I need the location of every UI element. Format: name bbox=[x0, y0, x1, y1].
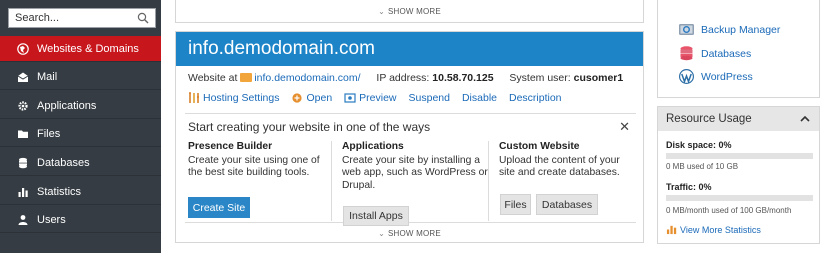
sidebar-item-label: Statistics bbox=[37, 185, 82, 198]
column-title: Applications bbox=[342, 141, 404, 152]
domain-info: Website at info.demodomain.com/ IP addre… bbox=[188, 72, 623, 84]
traffic-label: Traffic: 0% bbox=[666, 182, 712, 192]
view-more-statistics-label: View More Statistics bbox=[680, 224, 761, 235]
sidebar-item-label: Mail bbox=[37, 70, 58, 83]
show-more-label: SHOW MORE bbox=[387, 228, 441, 238]
hosting-settings-link[interactable]: Hosting Settings bbox=[188, 92, 279, 104]
preview-label: Preview bbox=[359, 92, 397, 104]
quick-links-panel: Backup Manager Databases WordPress bbox=[657, 0, 820, 98]
resource-usage-panel: Resource Usage Disk space: 0% 0 MB used … bbox=[657, 106, 820, 244]
website-at-label: Website at bbox=[188, 72, 238, 84]
wordpress-link[interactable]: WordPress bbox=[678, 68, 753, 85]
description-link[interactable]: Description bbox=[509, 92, 562, 104]
show-more-link[interactable]: ⌄ SHOW MORE bbox=[176, 0, 643, 22]
sidebar-item-label: Databases bbox=[37, 156, 90, 169]
show-more-link[interactable]: ⌄ SHOW MORE bbox=[176, 226, 643, 240]
mail-icon bbox=[16, 70, 30, 84]
open-label: Open bbox=[306, 92, 333, 104]
folder-icon bbox=[16, 127, 30, 141]
sidebar: Websites & Domains Mail Applications Fil… bbox=[0, 0, 161, 253]
chevron-down-icon: ⌄ bbox=[378, 6, 385, 16]
traffic-detail: 0 MB/month used of 100 GB/month bbox=[666, 206, 792, 215]
column-text: Create your site by installing a web app… bbox=[342, 154, 488, 191]
bar-chart-icon bbox=[666, 225, 677, 235]
hosting-settings-label: Hosting Settings bbox=[203, 92, 280, 104]
backup-manager-link[interactable]: Backup Manager bbox=[678, 21, 780, 38]
sidebar-item-label: Files bbox=[37, 127, 61, 140]
column-title: Custom Website bbox=[499, 141, 580, 152]
search-input[interactable] bbox=[9, 9, 127, 27]
column-text: Create your site using one of the best s… bbox=[188, 154, 320, 179]
open-icon bbox=[291, 92, 303, 104]
sidebar-item-databases[interactable]: Databases bbox=[0, 150, 161, 176]
folder-icon bbox=[240, 73, 253, 82]
disk-space-label: Disk space: 0% bbox=[666, 140, 732, 150]
disk-space-bar bbox=[666, 153, 813, 159]
hosting-settings-icon bbox=[188, 92, 200, 104]
ip-label: IP address: bbox=[376, 72, 430, 84]
suspend-link[interactable]: Suspend bbox=[409, 92, 450, 104]
create-site-button[interactable]: Create Site bbox=[188, 197, 250, 218]
disable-link[interactable]: Disable bbox=[462, 92, 497, 104]
database-icon bbox=[16, 156, 30, 170]
database-icon bbox=[678, 45, 695, 62]
sidebar-item-label: Websites & Domains bbox=[37, 42, 139, 55]
wordpress-icon bbox=[678, 68, 695, 85]
column-text: Upload the content of your site and crea… bbox=[499, 154, 620, 179]
open-link[interactable]: Open bbox=[291, 92, 332, 104]
databases-label: Databases bbox=[701, 47, 752, 60]
column-title: Presence Builder bbox=[188, 141, 273, 152]
sidebar-item-mail[interactable]: Mail bbox=[0, 64, 161, 90]
chevron-down-icon: ⌄ bbox=[378, 228, 385, 238]
backup-icon bbox=[678, 21, 695, 38]
system-user-label: System user: bbox=[509, 72, 571, 84]
search-box[interactable] bbox=[8, 8, 156, 28]
view-more-statistics-link[interactable]: View More Statistics bbox=[666, 224, 761, 235]
globe-icon bbox=[16, 42, 30, 56]
sidebar-item-websites-domains[interactable]: Websites & Domains bbox=[0, 36, 161, 62]
website-link[interactable]: info.demodomain.com/ bbox=[254, 72, 360, 84]
databases-link[interactable]: Databases bbox=[678, 45, 751, 62]
domain-card: info.demodomain.com Website at info.demo… bbox=[175, 31, 644, 243]
sidebar-item-files[interactable]: Files bbox=[0, 121, 161, 147]
main-content: ⌄ SHOW MORE info.demodomain.com Website … bbox=[175, 0, 644, 253]
chevron-up-icon[interactable] bbox=[799, 113, 811, 125]
show-more-label: SHOW MORE bbox=[387, 6, 441, 16]
backup-manager-label: Backup Manager bbox=[701, 23, 781, 36]
sidebar-item-statistics[interactable]: Statistics bbox=[0, 179, 161, 205]
ip-value: 10.58.70.125 bbox=[432, 72, 494, 84]
domain-title[interactable]: info.demodomain.com bbox=[176, 32, 643, 66]
user-icon bbox=[16, 213, 30, 227]
preview-link[interactable]: Preview bbox=[344, 92, 397, 104]
gear-icon bbox=[16, 99, 30, 113]
databases-button[interactable]: Databases bbox=[536, 194, 598, 215]
sidebar-item-users[interactable]: Users bbox=[0, 207, 161, 233]
wordpress-label: WordPress bbox=[701, 70, 753, 83]
sidebar-item-label: Users bbox=[37, 213, 66, 226]
files-button[interactable]: Files bbox=[500, 194, 531, 215]
install-apps-button[interactable]: Install Apps bbox=[343, 206, 409, 226]
sidebar-item-applications[interactable]: Applications bbox=[0, 93, 161, 119]
traffic-bar bbox=[666, 195, 813, 201]
disk-space-detail: 0 MB used of 10 GB bbox=[666, 162, 739, 171]
previous-domain-card: ⌄ SHOW MORE bbox=[175, 0, 644, 23]
resource-usage-header[interactable]: Resource Usage bbox=[658, 107, 819, 131]
getting-started-panel: Start creating your website in one of th… bbox=[185, 113, 636, 226]
search-icon[interactable] bbox=[137, 12, 149, 24]
preview-icon bbox=[344, 92, 356, 104]
getting-started-title: Start creating your website in one of th… bbox=[188, 120, 431, 134]
sidebar-item-label: Applications bbox=[37, 99, 97, 112]
domain-actions: Hosting Settings Open Preview Suspend Di… bbox=[188, 92, 562, 104]
close-icon[interactable]: ✕ bbox=[619, 119, 630, 135]
system-user-value: cusomer1 bbox=[573, 72, 624, 84]
resource-usage-title: Resource Usage bbox=[666, 113, 752, 125]
bar-chart-icon bbox=[16, 185, 30, 199]
